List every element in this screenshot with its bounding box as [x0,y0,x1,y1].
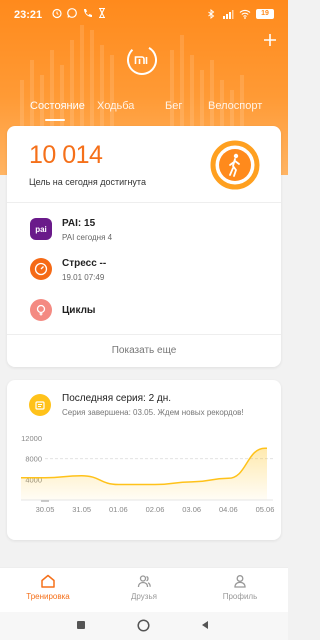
streak-subtitle: Серия завершена: 03.05. Ждем новых рекор… [62,408,244,417]
signal-icon [223,10,234,19]
pai-value[interactable]: PAI: 15 [62,218,95,229]
nav-profile-label: Профиль [222,592,258,601]
x-tick-label: 31.05 [72,505,91,514]
nav-friends[interactable]: Друзья [104,573,184,601]
stress-time: 19.01 07:49 [62,273,105,282]
streak-badge-icon [29,394,51,416]
whatsapp-icon [67,8,77,18]
summary-card[interactable]: 10 014 Цель на сегодня достигнута pai PA… [7,126,281,367]
status-bar: 23:21 19 [0,0,288,28]
x-tick-label: 05.06 [256,505,275,514]
system-navigation-bar [0,612,288,640]
tab-running[interactable]: Бег [165,100,182,112]
chart-area-fill [21,448,267,500]
status-time: 23:21 [14,9,43,21]
alarm-icon [52,8,62,19]
activity-tabs: Состояние Ходьба Бег Велоспорт [0,100,288,124]
steps-chart: 120008000400030.0531.0501.0602.0603.0604… [21,434,275,514]
bottom-navigation: Тренировка Друзья Профиль [0,567,288,612]
stress-gauge-icon [30,258,52,280]
mi-logo-icon [127,45,157,75]
cycles-label[interactable]: Циклы [62,305,95,316]
streak-card[interactable]: Последняя серия: 2 дн. Серия завершена: … [7,380,281,540]
nav-workout-label: Тренировка [26,592,70,601]
tab-cycling[interactable]: Велоспорт [208,100,262,112]
tab-status[interactable]: Состояние [30,100,85,112]
phone-icon [84,9,92,17]
nav-friends-label: Друзья [131,592,157,601]
home-button-icon[interactable] [137,619,150,632]
divider [7,334,281,335]
x-tick-label: 01.06 [109,505,128,514]
hourglass-icon [99,7,105,19]
show-more-button[interactable]: Показать еще [7,345,281,356]
step-count: 10 014 [29,141,103,169]
y-tick-label: 12000 [21,434,42,443]
y-tick-label: 8000 [25,455,42,464]
nav-profile[interactable]: Профиль [200,573,280,601]
stress-value[interactable]: Стресс -- [62,258,106,269]
profile-icon [234,575,246,588]
nav-workout[interactable]: Тренировка [8,573,88,601]
x-tick-label: 04.06 [219,505,238,514]
wifi-icon [239,9,251,19]
active-tab-indicator [45,119,65,121]
back-button-icon[interactable] [200,620,210,630]
divider [7,202,281,203]
friends-icon [137,575,151,588]
goal-status: Цель на сегодня достигнута [29,177,146,187]
add-icon[interactable] [262,32,278,48]
x-tick-label: 02.06 [146,505,165,514]
pai-icon: pai [30,218,52,240]
battery-indicator: 19 [256,9,274,19]
x-tick-label: 30.05 [36,505,55,514]
tab-walking[interactable]: Ходьба [97,100,134,112]
walking-icon [210,140,260,190]
cycle-icon [30,299,52,321]
recents-button-icon[interactable] [76,620,86,630]
pai-today: PAI сегодня 4 [62,233,113,242]
streak-title: Последняя серия: 2 дн. [62,393,172,404]
bluetooth-icon [208,8,215,20]
home-icon [41,574,55,588]
x-tick-label: 03.06 [182,505,201,514]
